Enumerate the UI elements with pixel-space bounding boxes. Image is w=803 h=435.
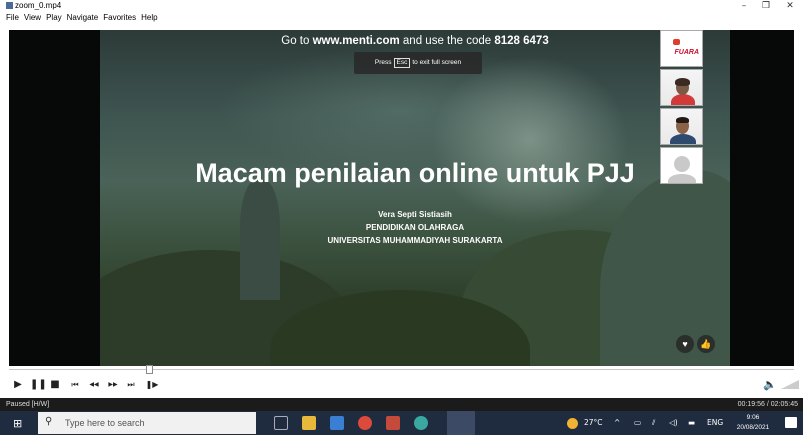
menu-help[interactable]: Help — [141, 12, 157, 23]
thumbs-up-icon[interactable]: 👍 — [697, 335, 715, 353]
banner-code: 8128 6473 — [494, 35, 549, 47]
tray-expand-icon[interactable]: ^ — [614, 411, 620, 435]
avatar-placeholder-body — [668, 174, 696, 183]
menu-file[interactable]: File — [6, 12, 19, 23]
slide-university: UNIVERSITAS MUHAMMADIYAH SURAKARTA — [327, 236, 503, 245]
player-controls: ▶ ❚❚ ■ ⏮ ◀◀ ▶▶ ⏭ ❚▶ 🔈 — [0, 377, 803, 393]
speaker-icon[interactable]: ◁) — [669, 411, 678, 435]
language-indicator[interactable]: ENG — [707, 411, 723, 435]
video-area[interactable]: Go to www.menti.com and use the code 812… — [9, 30, 794, 366]
participant-body — [671, 94, 695, 105]
next-button[interactable]: ⏭ — [124, 378, 138, 392]
menti-banner: Go to www.menti.com and use the code 812… — [100, 35, 730, 47]
chrome-icon[interactable] — [358, 416, 372, 430]
fuara-logo-text: FUARA — [674, 49, 700, 56]
mail-icon[interactable] — [330, 416, 344, 430]
volume-slider[interactable] — [781, 380, 799, 389]
playback-status: Paused [H/W] — [6, 401, 50, 408]
volume-icon[interactable]: 🔈 — [763, 378, 777, 392]
fuara-logo-icon — [673, 39, 680, 45]
rewind-button[interactable]: ◀◀ — [87, 378, 101, 392]
stop-button[interactable]: ■ — [49, 378, 61, 392]
taskbar: ⊞ ⚲ Type here to search 27°C ^ ▭ ⫽ ◁) ▬ … — [0, 411, 803, 435]
banner-site: www.menti.com — [312, 35, 400, 47]
slide-title: Macam penilaian online untuk PJJ — [195, 158, 635, 188]
participant-logo-tile: FUARA — [660, 30, 703, 67]
participant-panel: FUARA — [660, 30, 703, 185]
app-icon[interactable] — [414, 416, 428, 430]
slide-department: PENDIDIKAN OLAHRAGA — [365, 223, 465, 232]
tip-text: to exit full screen — [412, 59, 462, 66]
seek-bar[interactable] — [9, 365, 794, 376]
keyboard-icon[interactable]: ▬ — [688, 411, 695, 435]
title-bar: zoom_0.mp4 — [0, 0, 803, 11]
participant-hair — [675, 78, 690, 86]
menu-favorites[interactable]: Favorites — [103, 12, 136, 23]
menu-play[interactable]: Play — [46, 12, 62, 23]
window-title: zoom_0.mp4 — [15, 1, 62, 10]
fullscreen-tip: Press Esc to exit full screen — [354, 52, 482, 74]
taskbar-search[interactable]: ⚲ Type here to search — [38, 412, 256, 434]
app-icon — [6, 2, 13, 9]
menu-navigate[interactable]: Navigate — [67, 12, 99, 23]
notification-icon[interactable] — [785, 417, 797, 428]
participant-video-tile — [660, 69, 703, 106]
status-bar: Paused [H/W] 00:19:56 / 02:05:45 — [0, 398, 803, 411]
frame-step-button[interactable]: ❚▶ — [145, 378, 159, 392]
taskbar-clock[interactable]: 9:06 20/08/2021 — [734, 413, 772, 433]
media-player-taskbar-icon[interactable] — [447, 411, 475, 435]
playback-time: 00:19:56 / 02:05:45 — [737, 401, 798, 408]
weather-icon — [567, 418, 578, 429]
avatar-placeholder-icon — [674, 156, 690, 172]
banner-text: Go to — [281, 35, 313, 47]
banner-text: and use the code — [399, 35, 495, 47]
tip-text: Press — [374, 59, 392, 66]
presentation-slide: Go to www.menti.com and use the code 812… — [100, 30, 730, 366]
app-icon[interactable] — [386, 416, 400, 430]
clock-date: 20/08/2021 — [736, 424, 770, 431]
esc-key-badge: Esc — [393, 58, 411, 68]
participant-body — [670, 134, 696, 144]
heart-icon[interactable]: ♥ — [676, 335, 694, 353]
clock-time: 9:06 — [746, 414, 760, 421]
windows-icon[interactable]: ⊞ — [13, 417, 22, 430]
search-icon: ⚲ — [45, 416, 53, 427]
wifi-icon[interactable]: ⫽ — [652, 411, 655, 435]
slide-author: Vera Septi Sistiasih — [378, 210, 452, 219]
file-explorer-icon[interactable] — [302, 416, 316, 430]
participant-avatar-tile — [660, 147, 703, 184]
battery-icon[interactable]: ▭ — [634, 411, 641, 435]
participant-video-tile — [660, 108, 703, 145]
fast-forward-button[interactable]: ▶▶ — [106, 378, 120, 392]
weather-temp[interactable]: 27°C — [584, 411, 603, 435]
participant-hair — [676, 117, 689, 123]
menu-bar: File View Play Navigate Favorites Help — [0, 12, 803, 23]
play-button[interactable]: ▶ — [12, 378, 24, 392]
previous-button[interactable]: ⏮ — [68, 378, 82, 392]
menu-view[interactable]: View — [24, 12, 41, 23]
pause-button[interactable]: ❚❚ — [30, 378, 47, 392]
seek-thumb[interactable] — [146, 365, 153, 374]
task-view-icon[interactable] — [274, 416, 288, 430]
search-placeholder: Type here to search — [65, 418, 145, 428]
